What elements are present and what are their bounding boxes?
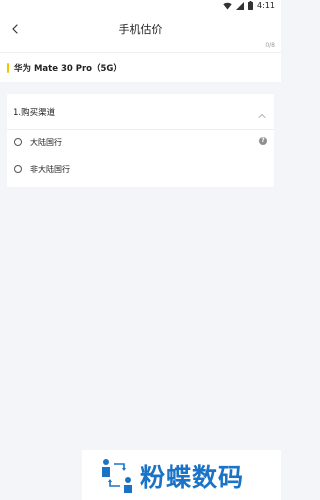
wifi-icon — [223, 2, 232, 10]
status-icons: 4:11 — [223, 1, 275, 10]
app-header: 手机估价 — [0, 14, 281, 42]
watermark-text: 粉蝶数码 — [140, 463, 245, 492]
signal-icon — [236, 1, 245, 10]
page-title: 手机估价 — [118, 23, 163, 36]
progress-counter: 0/8 — [265, 42, 275, 49]
progress-area: 0/8 — [0, 42, 281, 52]
option-label: 大陆国行 — [30, 137, 62, 147]
option-mainland[interactable]: 大陆国行 — [14, 135, 264, 149]
question-header[interactable]: 1.购买渠道 — [7, 94, 274, 129]
radio-button[interactable] — [14, 138, 22, 146]
option-non-mainland[interactable]: 非大陆国行 — [14, 162, 264, 176]
status-time: 4:11 — [257, 1, 275, 10]
divider — [7, 129, 274, 130]
status-bar: 4:11 — [0, 0, 281, 14]
question-card: 1.购买渠道 大陆国行 ? 非大陆国行 — [7, 94, 274, 187]
accent-bar — [7, 63, 9, 73]
battery-icon — [248, 1, 254, 10]
model-name: 华为 Mate 30 Pro（5G） — [14, 64, 122, 74]
help-icon[interactable]: ? — [259, 137, 267, 145]
model-row: 华为 Mate 30 Pro（5G） — [0, 52, 281, 82]
chevron-up-icon[interactable] — [257, 106, 267, 118]
option-label: 非大陆国行 — [30, 164, 70, 174]
radio-button[interactable] — [14, 165, 22, 173]
transfer-icon — [98, 456, 136, 494]
question-title: 1.购买渠道 — [13, 108, 56, 118]
watermark: 粉蝶数码 — [82, 450, 281, 500]
